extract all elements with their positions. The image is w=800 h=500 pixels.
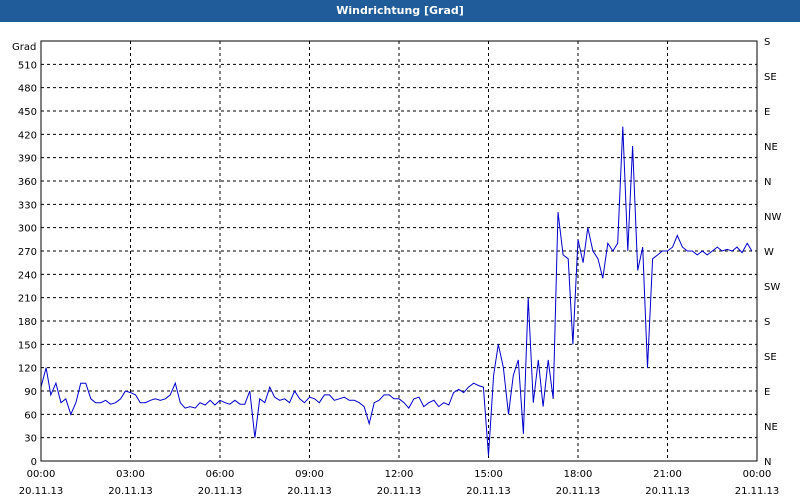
y-tick-label: 30 bbox=[24, 434, 37, 445]
y-tick-label: 90 bbox=[24, 387, 37, 398]
x-tick-time: 00:00 bbox=[27, 469, 56, 480]
right-tick-label: NE bbox=[764, 422, 778, 433]
right-tick-label: N bbox=[764, 177, 771, 188]
y-tick-label: 240 bbox=[18, 270, 37, 281]
wind-direction-chart: Grad 0 30 60 90 120 150 180 210 240 270 300 330 360 3… bbox=[12, 37, 781, 497]
y-axis-label: Grad bbox=[12, 42, 36, 53]
right-tick-label: NW bbox=[764, 212, 781, 223]
right-tick-label: SW bbox=[764, 282, 780, 293]
right-tick-label: E bbox=[764, 107, 770, 118]
y-tick-label: 270 bbox=[18, 247, 37, 258]
y-tick-label: 450 bbox=[18, 107, 37, 118]
y-tick-label: 150 bbox=[18, 340, 37, 351]
x-tick-date: 20.11.13 bbox=[108, 486, 153, 497]
x-tick-time: 18:00 bbox=[564, 469, 593, 480]
x-tick-date: 20.11.13 bbox=[466, 486, 511, 497]
x-tick-date: 20.11.13 bbox=[287, 486, 332, 497]
y-axis-left: 0 30 60 90 120 150 180 210 240 270 300 330 360 390 420… bbox=[18, 60, 37, 468]
right-tick-label: N bbox=[764, 457, 771, 468]
right-tick-label: SE bbox=[764, 352, 777, 363]
x-tick-date: 20.11.13 bbox=[377, 486, 422, 497]
series-line bbox=[40, 126, 753, 456]
y-tick-label: 0 bbox=[31, 457, 37, 468]
right-tick-label: S bbox=[764, 37, 770, 48]
x-tick-date: 20.11.13 bbox=[198, 486, 243, 497]
grid bbox=[41, 41, 757, 461]
y-tick-label: 300 bbox=[18, 224, 37, 235]
x-tick-time: 15:00 bbox=[474, 469, 503, 480]
x-tick-time: 03:00 bbox=[116, 469, 145, 480]
chart-title: Windrichtung [Grad] bbox=[0, 0, 800, 22]
y-tick-label: 120 bbox=[18, 364, 37, 375]
y-tick-label: 330 bbox=[18, 200, 37, 211]
right-tick-label: NE bbox=[764, 142, 778, 153]
x-axis: 00:00 20.11.13 03:00 20.11.13 06:00 20.11.13 0… bbox=[19, 469, 780, 497]
right-tick-label: E bbox=[764, 387, 770, 398]
x-tick-date: 20.11.13 bbox=[645, 486, 690, 497]
y-axis-right: N NE E SE S SW W NW N NE E SE S bbox=[764, 37, 781, 468]
right-tick-label: SE bbox=[764, 72, 777, 83]
y-tick-label: 60 bbox=[24, 410, 37, 421]
x-tick-date: 21.11.13 bbox=[735, 486, 780, 497]
right-tick-label: W bbox=[764, 247, 774, 258]
x-tick-date: 20.11.13 bbox=[19, 486, 64, 497]
x-tick-time: 00:00 bbox=[743, 469, 772, 480]
y-tick-label: 480 bbox=[18, 84, 37, 95]
y-tick-label: 420 bbox=[18, 130, 37, 141]
x-tick-time: 09:00 bbox=[295, 469, 324, 480]
x-tick-time: 21:00 bbox=[653, 469, 682, 480]
x-tick-date: 20.11.13 bbox=[556, 486, 601, 497]
y-tick-label: 360 bbox=[18, 177, 37, 188]
y-tick-label: 390 bbox=[18, 154, 37, 165]
x-tick-time: 06:00 bbox=[206, 469, 235, 480]
x-tick-time: 12:00 bbox=[385, 469, 414, 480]
right-tick-label: S bbox=[764, 317, 770, 328]
y-tick-label: 210 bbox=[18, 294, 37, 305]
y-tick-label: 510 bbox=[18, 60, 37, 71]
y-tick-label: 180 bbox=[18, 317, 37, 328]
